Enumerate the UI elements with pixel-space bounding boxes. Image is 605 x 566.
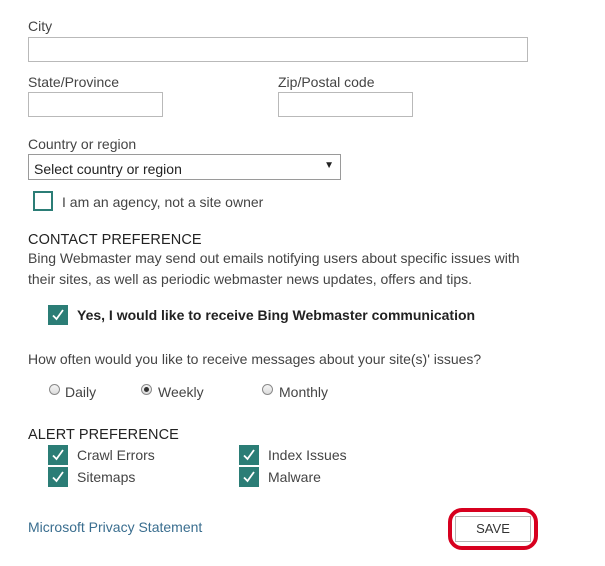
contact-preference-heading: CONTACT PREFERENCE <box>28 232 202 248</box>
radio-monthly-label: Monthly <box>279 384 329 400</box>
contact-description-line: their sites, as well as periodic webmast… <box>28 271 473 287</box>
zip-input[interactable] <box>278 92 413 117</box>
checkmark-icon <box>52 309 64 321</box>
frequency-question: How often would you like to receive mess… <box>28 351 482 367</box>
radio-monthly[interactable] <box>262 384 273 395</box>
malware-checkbox[interactable] <box>239 467 259 487</box>
radio-daily[interactable] <box>49 384 60 395</box>
state-label: State/Province <box>28 74 120 90</box>
radio-weekly[interactable] <box>141 384 152 395</box>
crawl-errors-checkbox[interactable] <box>48 445 68 465</box>
sitemaps-label: Sitemaps <box>77 469 136 485</box>
alert-preference-heading: ALERT PREFERENCE <box>28 427 179 443</box>
state-input[interactable] <box>28 92 163 117</box>
malware-label: Malware <box>268 469 321 485</box>
country-selected-value: Select country or region <box>34 161 182 177</box>
crawl-errors-label: Crawl Errors <box>77 447 155 463</box>
zip-label: Zip/Postal code <box>278 74 375 90</box>
privacy-statement-link[interactable]: Microsoft Privacy Statement <box>28 519 202 535</box>
index-issues-label: Index Issues <box>268 447 347 463</box>
dropdown-arrow-icon: ▼ <box>324 160 334 171</box>
radio-weekly-label: Weekly <box>158 384 204 400</box>
contact-description-line: Bing Webmaster may send out emails notif… <box>28 250 520 266</box>
checkmark-icon <box>52 449 64 461</box>
agency-label: I am an agency, not a site owner <box>62 194 264 210</box>
checkmark-icon <box>243 471 255 483</box>
contact-description: Bing Webmaster may send out emails notif… <box>28 248 598 290</box>
checkmark-icon <box>52 471 64 483</box>
city-input[interactable] <box>28 37 528 62</box>
city-label: City <box>28 18 53 34</box>
index-issues-checkbox[interactable] <box>239 445 259 465</box>
communication-optin-label: Yes, I would like to receive Bing Webmas… <box>77 307 476 323</box>
sitemaps-checkbox[interactable] <box>48 467 68 487</box>
checkmark-icon <box>243 449 255 461</box>
radio-daily-label: Daily <box>65 384 97 400</box>
communication-optin-checkbox[interactable] <box>48 305 68 325</box>
country-label: Country or region <box>28 136 137 152</box>
agency-checkbox[interactable] <box>33 191 53 211</box>
save-button[interactable]: SAVE <box>455 516 531 542</box>
country-select[interactable]: Select country or region ▼ <box>28 154 341 180</box>
